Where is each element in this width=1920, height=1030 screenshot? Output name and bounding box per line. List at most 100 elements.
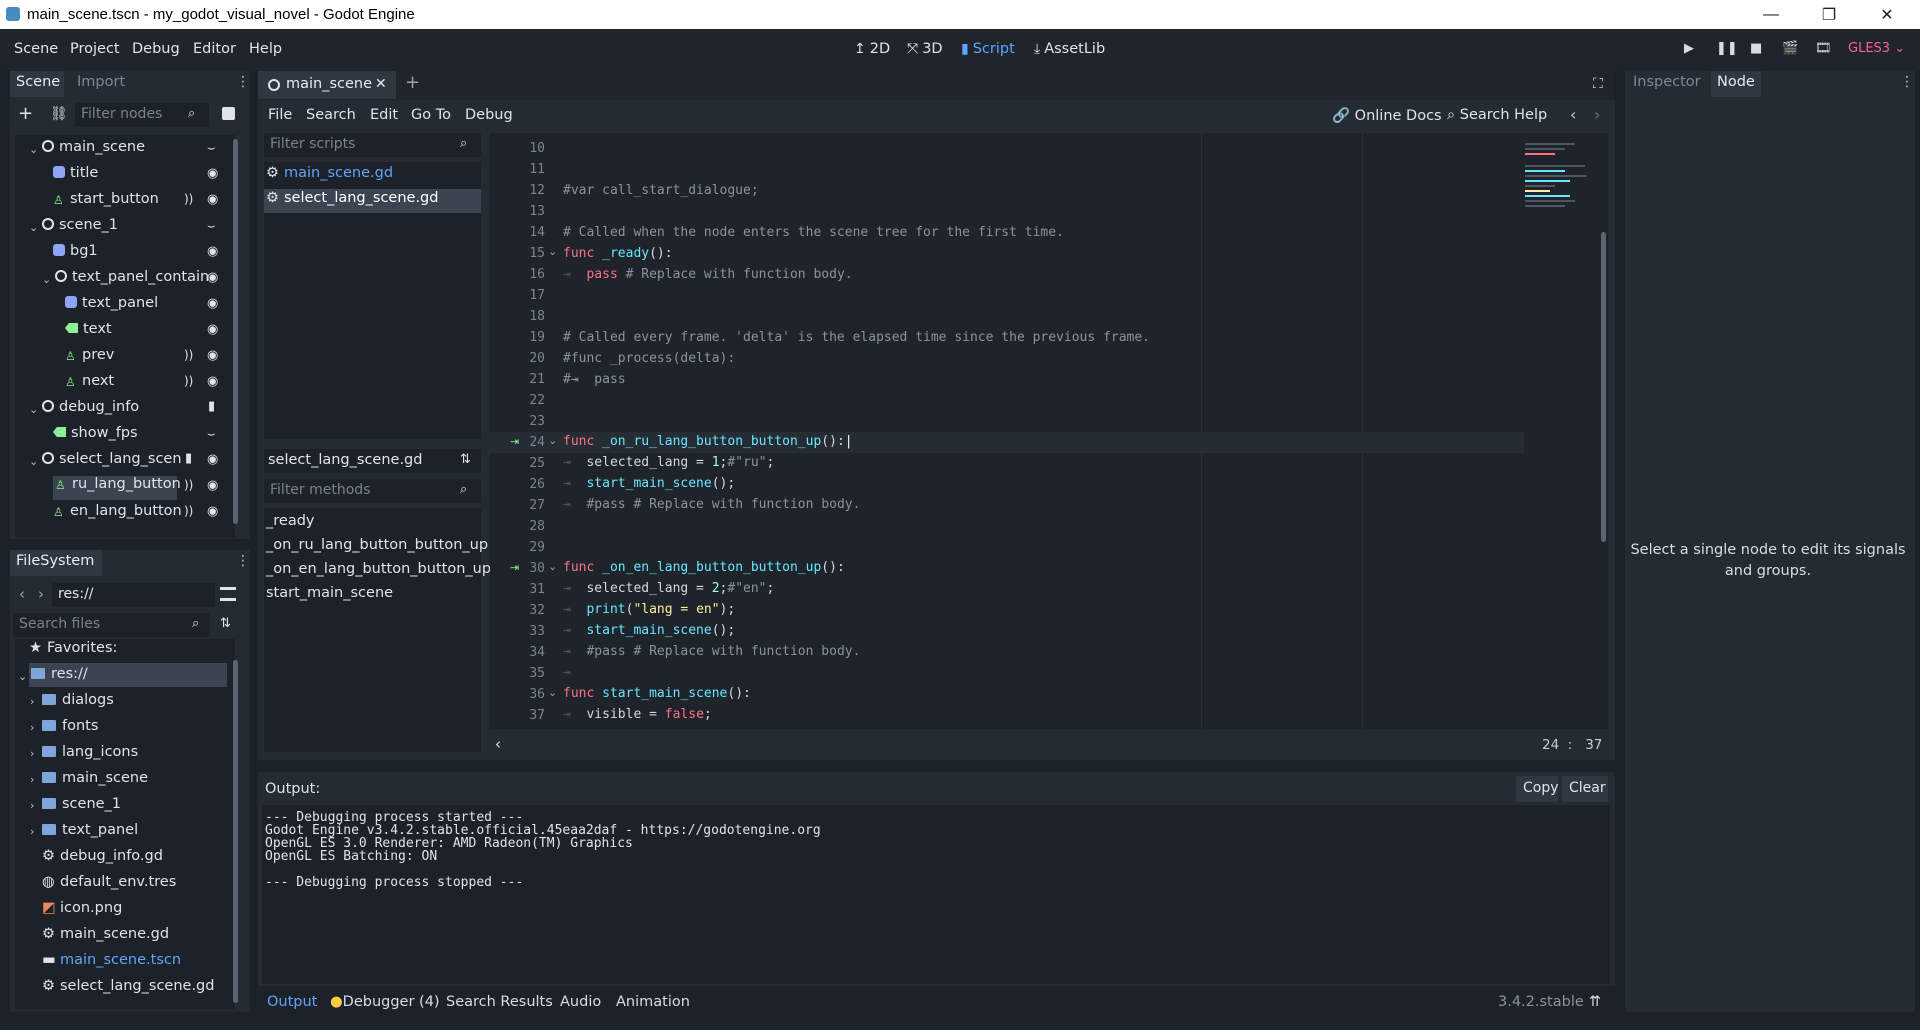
fold-chevron-icon[interactable]: ⌄ [548, 245, 557, 258]
chevron-down-icon[interactable]: ⌄ [29, 455, 38, 468]
dock-menu-icon[interactable]: ⋮ [236, 74, 250, 90]
script-menu-file[interactable]: File [268, 107, 292, 123]
chevron-down-icon[interactable]: ⌄ [29, 221, 38, 234]
chevron-right-icon[interactable]: › [30, 799, 34, 812]
chevron-right-icon[interactable]: › [30, 695, 34, 708]
online-docs-button[interactable]: 🔗 Online Docs [1332, 107, 1442, 124]
play-custom-scene-icon[interactable]: 🎞 [1815, 41, 1832, 56]
tab-import[interactable]: Import [71, 71, 131, 93]
file-tree-scrollbar[interactable] [233, 660, 238, 1003]
folder-res[interactable]: res:// [31, 666, 88, 690]
tree-node-ru_lang_button[interactable]: ♙ ru_lang_button [53, 476, 181, 500]
search-files-input[interactable]: Search files [13, 613, 210, 637]
fold-chevron-icon[interactable]: ⌄ [548, 560, 557, 573]
signal-icon[interactable]: )) [184, 374, 193, 388]
tree-node-prev[interactable]: ♙ prev [65, 347, 114, 371]
tree-node-scene_1[interactable]: scene_1 [42, 217, 118, 241]
folder-fonts[interactable]: fonts [42, 718, 98, 742]
stop-icon[interactable]: ■ [1750, 41, 1762, 56]
visibility-eye-icon[interactable]: ◉ [207, 348, 218, 363]
visibility-eye-icon[interactable]: ◉ [207, 322, 218, 337]
file-main_scene-gd[interactable]: ⚙ main_scene.gd [42, 926, 169, 950]
menu-help[interactable]: Help [249, 41, 282, 57]
sort-icon[interactable]: ⇅ [460, 452, 471, 467]
visibility-eye-icon[interactable]: ◉ [207, 192, 218, 207]
tree-node-show_fps[interactable]: show_fps [53, 425, 138, 449]
favorites-item[interactable]: ★ Favorites: [29, 640, 117, 664]
visibility-eye-icon[interactable]: ◉ [207, 244, 218, 259]
bottom-tab-debugger[interactable]: ●Debugger (4) [330, 994, 440, 1010]
bottom-tab-animation[interactable]: Animation [616, 994, 690, 1010]
method-item[interactable]: _on_en_lang_button_button_up [266, 561, 491, 577]
play-scene-icon[interactable]: 🎬 [1782, 41, 1798, 56]
fold-chevron-icon[interactable]: ⌄ [548, 434, 557, 447]
history-back-icon[interactable]: ‹ [1570, 105, 1576, 124]
tree-node-title[interactable]: title [53, 165, 98, 189]
split-view-icon[interactable] [220, 587, 236, 601]
signal-icon[interactable]: )) [184, 192, 193, 206]
clear-button[interactable]: Clear [1562, 776, 1608, 802]
link-icon[interactable]: ⛓ [50, 106, 68, 122]
tree-node-text_panel[interactable]: text_panel [65, 295, 158, 319]
bottom-tab-search-results[interactable]: Search Results [446, 994, 553, 1010]
tab-scene[interactable]: Scene [10, 71, 64, 97]
expand-bottom-panel-icon[interactable]: ⇈ [1589, 994, 1601, 1010]
signal-connection-icon[interactable]: ⇥ [510, 435, 519, 448]
tree-node-select_lang_scen[interactable]: select_lang_scen [42, 451, 182, 475]
scene-tab[interactable]: main_scene ✕ [258, 71, 396, 99]
signal-icon[interactable]: )) [184, 504, 193, 518]
menu-debug[interactable]: Debug [132, 41, 180, 57]
signal-icon[interactable]: )) [184, 348, 193, 362]
tree-node-start_button[interactable]: ♙ start_button [53, 191, 159, 215]
script-icon[interactable]: ▮ [208, 399, 215, 414]
tree-node-text[interactable]: text [65, 321, 112, 345]
fold-chevron-icon[interactable]: ⌄ [548, 686, 557, 699]
path-field[interactable]: res:// [52, 583, 215, 607]
minimize-button[interactable]: — [1742, 0, 1800, 29]
tree-node-debug_info[interactable]: debug_info [42, 399, 139, 423]
back-icon[interactable]: ‹ [19, 585, 25, 603]
menu-scene[interactable]: Scene [14, 41, 58, 57]
signal-icon[interactable]: )) [184, 478, 193, 492]
history-forward-icon[interactable]: › [1594, 105, 1600, 124]
menu-editor[interactable]: Editor [193, 41, 236, 57]
dock-menu-icon[interactable]: ⋮ [1900, 74, 1914, 90]
script-menu-search[interactable]: Search [306, 107, 356, 123]
tab-inspector[interactable]: Inspector [1627, 71, 1707, 93]
chevron-right-icon[interactable]: › [30, 721, 34, 734]
file-main_scene-tscn[interactable]: ▬ main_scene.tscn [42, 952, 181, 976]
code-minimap[interactable] [1525, 140, 1595, 290]
visibility-eye-icon[interactable]: ◉ [207, 478, 218, 493]
search-help-button[interactable]: ⌕ Search Help [1447, 107, 1547, 123]
file-select_lang_scene-gd[interactable]: ⚙ select_lang_scene.gd [42, 978, 214, 1002]
close-button[interactable]: ✕ [1858, 0, 1916, 29]
chevron-down-icon[interactable]: ⌄ [42, 273, 51, 286]
file-default_env-tres[interactable]: ◍ default_env.tres [42, 874, 176, 898]
attach-script-icon[interactable] [222, 107, 235, 120]
chevron-right-icon[interactable]: › [30, 747, 34, 760]
script-menu-debug[interactable]: Debug [465, 107, 513, 123]
bottom-tab-output[interactable]: Output [267, 994, 317, 1010]
tree-node-bg1[interactable]: bg1 [53, 243, 98, 267]
folder-text_panel[interactable]: text_panel [42, 822, 138, 846]
bottom-tab-audio[interactable]: Audio [560, 994, 601, 1010]
visibility-eye-icon[interactable]: ◉ [207, 270, 218, 285]
close-tab-icon[interactable]: ✕ [375, 76, 387, 92]
tree-node-main_scene[interactable]: main_scene [42, 139, 145, 163]
add-node-icon[interactable]: + [18, 103, 33, 124]
scene-tree-scrollbar[interactable] [233, 139, 238, 524]
code-editor[interactable] [490, 133, 1608, 729]
file-icon-png[interactable]: ◩ icon.png [42, 900, 122, 924]
tab-node[interactable]: Node [1711, 71, 1761, 97]
tree-node-text_panel_contain[interactable]: text_panel_contain [55, 269, 209, 293]
signal-connection-icon[interactable]: ⇥ [510, 561, 519, 574]
script-menu-goto[interactable]: Go To [411, 107, 451, 123]
fullscreen-icon[interactable]: ⛶ [1593, 76, 1603, 92]
add-tab-icon[interactable]: + [405, 72, 420, 93]
workspace-script[interactable]: ▮ Script [961, 41, 1015, 57]
forward-icon[interactable]: › [38, 585, 44, 603]
tab-filesystem[interactable]: FileSystem [10, 550, 102, 576]
maximize-button[interactable]: ❐ [1800, 0, 1858, 29]
folder-dialogs[interactable]: dialogs [42, 692, 114, 716]
file-debug_info-gd[interactable]: ⚙ debug_info.gd [42, 848, 163, 872]
